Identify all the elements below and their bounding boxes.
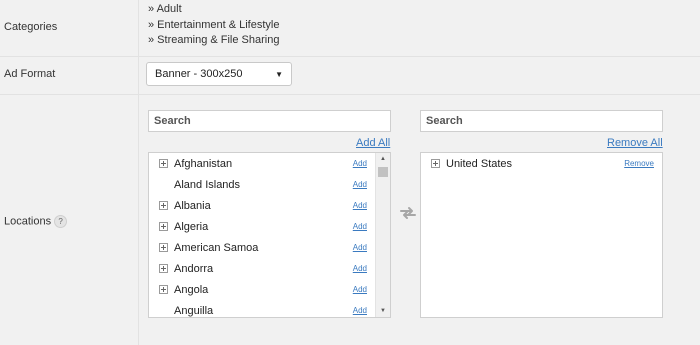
location-name: Afghanistan: [174, 157, 233, 170]
expand-icon[interactable]: [159, 222, 168, 231]
location-name: American Samoa: [174, 241, 259, 254]
remove-link[interactable]: Remove: [624, 159, 654, 168]
add-link[interactable]: Add: [353, 243, 367, 252]
add-all-link[interactable]: Add All: [356, 137, 390, 149]
list-item[interactable]: Andorra Add: [149, 258, 390, 279]
add-link[interactable]: Add: [353, 264, 367, 273]
list-item[interactable]: Angola Add: [149, 279, 390, 300]
available-locations-list[interactable]: Afghanistan Add Aland Islands Add Albani…: [148, 152, 391, 318]
scroll-up-icon[interactable]: ▲: [376, 153, 390, 165]
location-name: Andorra: [174, 262, 214, 275]
list-item[interactable]: American Samoa Add: [149, 237, 390, 258]
list-item[interactable]: Albania Add: [149, 195, 390, 216]
remove-all-link[interactable]: Remove All: [607, 137, 663, 149]
expand-icon[interactable]: [431, 159, 440, 168]
add-link[interactable]: Add: [353, 159, 367, 168]
add-link[interactable]: Add: [353, 306, 367, 315]
list-item[interactable]: Aland Islands Add: [149, 174, 390, 195]
location-name: Aland Islands: [174, 178, 241, 191]
expand-icon[interactable]: [159, 243, 168, 252]
add-link[interactable]: Add: [353, 180, 367, 189]
scrollbar[interactable]: ▲ ▼: [375, 153, 390, 317]
swap-arrows-icon: [400, 207, 416, 219]
selected-locations-list[interactable]: United States Remove: [420, 152, 663, 318]
add-link[interactable]: Add: [353, 222, 367, 231]
expand-icon[interactable]: [159, 159, 168, 168]
location-name: Albania: [174, 199, 211, 212]
scroll-down-icon[interactable]: ▼: [376, 305, 390, 317]
expand-icon[interactable]: [159, 201, 168, 210]
location-name: United States: [446, 157, 513, 170]
category-item: » Adult: [148, 3, 182, 15]
help-icon[interactable]: ?: [54, 215, 68, 228]
label-column-divider: [138, 0, 139, 345]
ad-format-select[interactable]: Banner - 300x250 ▼: [146, 62, 292, 86]
locations-label: Locations: [4, 215, 52, 228]
row-divider: [0, 94, 700, 95]
selected-locations-search-input[interactable]: [420, 110, 663, 132]
categories-list: » Adult » Entertainment & Lifestyle » St…: [148, 2, 279, 49]
list-item[interactable]: Afghanistan Add: [149, 153, 390, 174]
category-item: » Entertainment & Lifestyle: [148, 18, 280, 31]
row-divider: [0, 56, 700, 57]
ad-format-selected-value: Banner - 300x250: [155, 68, 243, 80]
expand-icon[interactable]: [159, 285, 168, 294]
available-locations-search-input[interactable]: [148, 110, 391, 132]
locations-label-wrap: Locations?: [4, 215, 68, 228]
list-item[interactable]: Anguilla Add: [149, 300, 390, 317]
expand-icon[interactable]: [159, 264, 168, 273]
scrollbar-thumb[interactable]: [378, 167, 388, 177]
ad-format-label: Ad Format: [4, 68, 56, 80]
location-name: Anguilla: [174, 304, 214, 317]
chevron-down-icon: ▼: [275, 69, 283, 79]
add-link[interactable]: Add: [353, 201, 367, 210]
add-link[interactable]: Add: [353, 285, 367, 294]
list-item[interactable]: Algeria Add: [149, 216, 390, 237]
category-item: » Streaming & File Sharing: [148, 34, 280, 46]
list-item[interactable]: United States Remove: [421, 153, 662, 174]
location-name: Algeria: [174, 220, 209, 233]
categories-label: Categories: [4, 21, 58, 33]
location-name: Angola: [174, 283, 209, 296]
